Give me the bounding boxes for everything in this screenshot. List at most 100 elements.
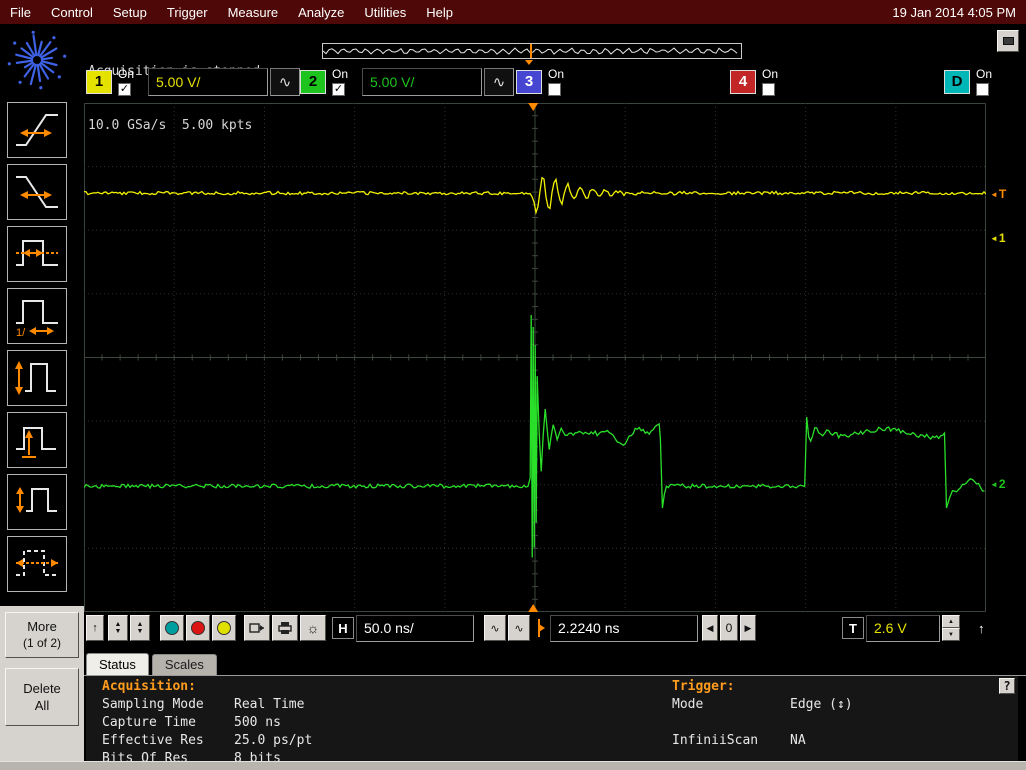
channel1-on-label: On <box>118 66 135 81</box>
channel1-coupling-icon[interactable]: ∿ <box>270 67 300 96</box>
channel3-on-label: On <box>548 66 565 81</box>
left-arrow-icon: ◄ <box>990 479 998 489</box>
trigger-level-dropdown[interactable]: 2.6 V <box>866 614 940 642</box>
left-arrow-icon: ◄ <box>990 233 998 243</box>
tab-scales[interactable]: Scales <box>151 654 217 676</box>
menu-trigger[interactable]: Trigger <box>157 5 218 20</box>
acquisition-stat-row: Sampling Mode Real Time <box>102 697 305 712</box>
trigger-rows: Mode Edge (↕) InfiniiScan NA <box>672 676 1002 761</box>
channel4-on-checkbox[interactable] <box>762 82 775 96</box>
pulse-width-icon <box>16 240 58 266</box>
red-circle-icon <box>191 621 205 635</box>
measure-rise-time-button[interactable] <box>7 102 67 158</box>
menu-measure[interactable]: Measure <box>218 5 289 20</box>
frequency-icon: 1/ <box>16 300 58 337</box>
trigger-level-spinner: ▲ ▼ <box>942 615 960 641</box>
channel1-on-checkbox[interactable]: ✓ <box>118 82 131 96</box>
acquisition-stat-row: Capture Time 500 ns <box>102 715 281 730</box>
touch-up-button[interactable]: ↑ <box>86 615 104 641</box>
yellow-circle-icon <box>217 621 231 635</box>
digital-on-checkbox[interactable] <box>976 82 989 96</box>
channel2-coupling-icon[interactable]: ∿ <box>484 67 514 96</box>
nudge-up-down-button-1[interactable]: ▲ ▼ <box>108 615 128 641</box>
more-measurements-button[interactable]: More (1 of 2) <box>5 612 79 658</box>
menu-control[interactable]: Control <box>41 5 103 20</box>
digital-channel-button[interactable]: D <box>944 69 970 94</box>
channel1-scale-dropdown[interactable]: 5.00 V/ <box>148 67 268 96</box>
nudge-up-down-button-2[interactable]: ▲ ▼ <box>130 615 150 641</box>
channel2-on-checkbox[interactable]: ✓ <box>332 82 345 96</box>
channel4-on-label: On <box>762 66 779 81</box>
time-reference-icon <box>538 619 545 637</box>
menu-items: File Control Setup Trigger Measure Analyze Uti… <box>0 5 463 20</box>
marker-yellow-button[interactable] <box>212 615 236 641</box>
acquisition-rows: Sampling Mode Real Time Capture Time 500 ns… <box>102 676 502 766</box>
horizontal-search-button[interactable]: ∿ <box>508 615 530 641</box>
sine-zoom-icon: ∿ <box>490 622 500 635</box>
acquisition-preview-bar[interactable] <box>322 43 742 59</box>
channel2-reference-marker[interactable]: ◄ 2 <box>990 477 1006 491</box>
channel2-button[interactable]: 2 <box>300 69 326 94</box>
menu-bar: File Control Setup Trigger Measure Analyze Uti… <box>0 0 1026 24</box>
horizontal-control-bar: ↑ ▲ ▼ ▲ ▼ ☼ H 50.0 ns/ ∿ ∿ 2.2240 ns ◀ 0… <box>84 613 1026 643</box>
delay-time-input[interactable]: 2.2240 ns <box>550 614 698 642</box>
trigger-time-marker-bottom[interactable] <box>528 604 539 612</box>
digital-on-label: On <box>976 66 993 81</box>
peak-to-peak-icon <box>15 361 56 395</box>
trigger-stat-row: InfiniiScan NA <box>672 733 806 748</box>
minimize-button[interactable] <box>997 30 1019 52</box>
measure-average-button[interactable] <box>7 536 67 592</box>
channel2-controls: 2 On ✓ 5.00 V/ ∿ <box>300 63 514 100</box>
channel1-button[interactable]: 1 <box>86 69 112 94</box>
export-icon <box>249 623 264 633</box>
delete-all-button[interactable]: Delete All <box>5 668 79 726</box>
digital-channel-controls: D On <box>944 63 1002 100</box>
menu-file[interactable]: File <box>0 5 41 20</box>
export-button[interactable] <box>244 615 270 641</box>
amplitude-icon <box>16 487 57 513</box>
menu-setup[interactable]: Setup <box>103 5 157 20</box>
brightness-icon: ☼ <box>306 620 320 636</box>
channel2-scale-dropdown[interactable]: 5.00 V/ <box>362 67 482 96</box>
delay-left-button[interactable]: ◀ <box>702 615 718 641</box>
delay-right-button[interactable]: ▶ <box>740 615 756 641</box>
measure-fall-time-button[interactable] <box>7 164 67 220</box>
trigger-level-marker[interactable]: ◄ T <box>990 187 1006 201</box>
right-marker-gutter: ◄ T ◄ 1 ◄ 2 <box>988 103 1026 612</box>
channel3-button[interactable]: 3 <box>516 69 542 94</box>
menu-help[interactable]: Help <box>416 5 463 20</box>
menu-analyze[interactable]: Analyze <box>288 5 354 20</box>
measure-amplitude-button[interactable] <box>7 474 67 530</box>
delete-all-label-2: All <box>34 698 50 713</box>
channel1-reference-marker[interactable]: ◄ 1 <box>990 231 1006 245</box>
measure-maximum-button[interactable] <box>7 412 67 468</box>
rise-time-icon <box>16 114 58 146</box>
tab-status[interactable]: Status <box>86 653 149 676</box>
waveform-display[interactable] <box>83 102 987 613</box>
timebase-dropdown[interactable]: 50.0 ns/ <box>356 614 474 642</box>
measure-peak-to-peak-button[interactable] <box>7 350 67 406</box>
channel1-marker-label: 1 <box>998 231 1006 245</box>
brand-logo <box>4 27 70 93</box>
help-button[interactable]: ? <box>999 678 1015 694</box>
measure-frequency-button[interactable]: 1/ <box>7 288 67 344</box>
channel3-on-checkbox[interactable] <box>548 82 561 96</box>
display-brightness-button[interactable]: ☼ <box>300 615 326 641</box>
print-button[interactable] <box>272 615 298 641</box>
delay-zero-button[interactable]: 0 <box>720 615 738 641</box>
trigger-level-down-button[interactable]: ▼ <box>942 628 960 641</box>
menu-utilities[interactable]: Utilities <box>354 5 416 20</box>
time-reference-button[interactable] <box>532 615 548 641</box>
horizontal-zoom-button[interactable]: ∿ <box>484 615 506 641</box>
measure-pulse-width-button[interactable] <box>7 226 67 282</box>
channel4-button[interactable]: 4 <box>730 69 756 94</box>
marker-red-button[interactable] <box>186 615 210 641</box>
marker-teal-button[interactable] <box>160 615 184 641</box>
trigger-level-up-button[interactable]: ▲ <box>942 615 960 628</box>
maximum-icon <box>16 427 56 458</box>
horizontal-menu-button[interactable]: H <box>332 617 354 639</box>
channel3-controls: 3 On <box>516 63 574 100</box>
trigger-menu-button[interactable]: T <box>842 617 864 639</box>
spark-logo-icon <box>7 30 67 90</box>
trigger-time-marker-top[interactable] <box>528 103 539 111</box>
